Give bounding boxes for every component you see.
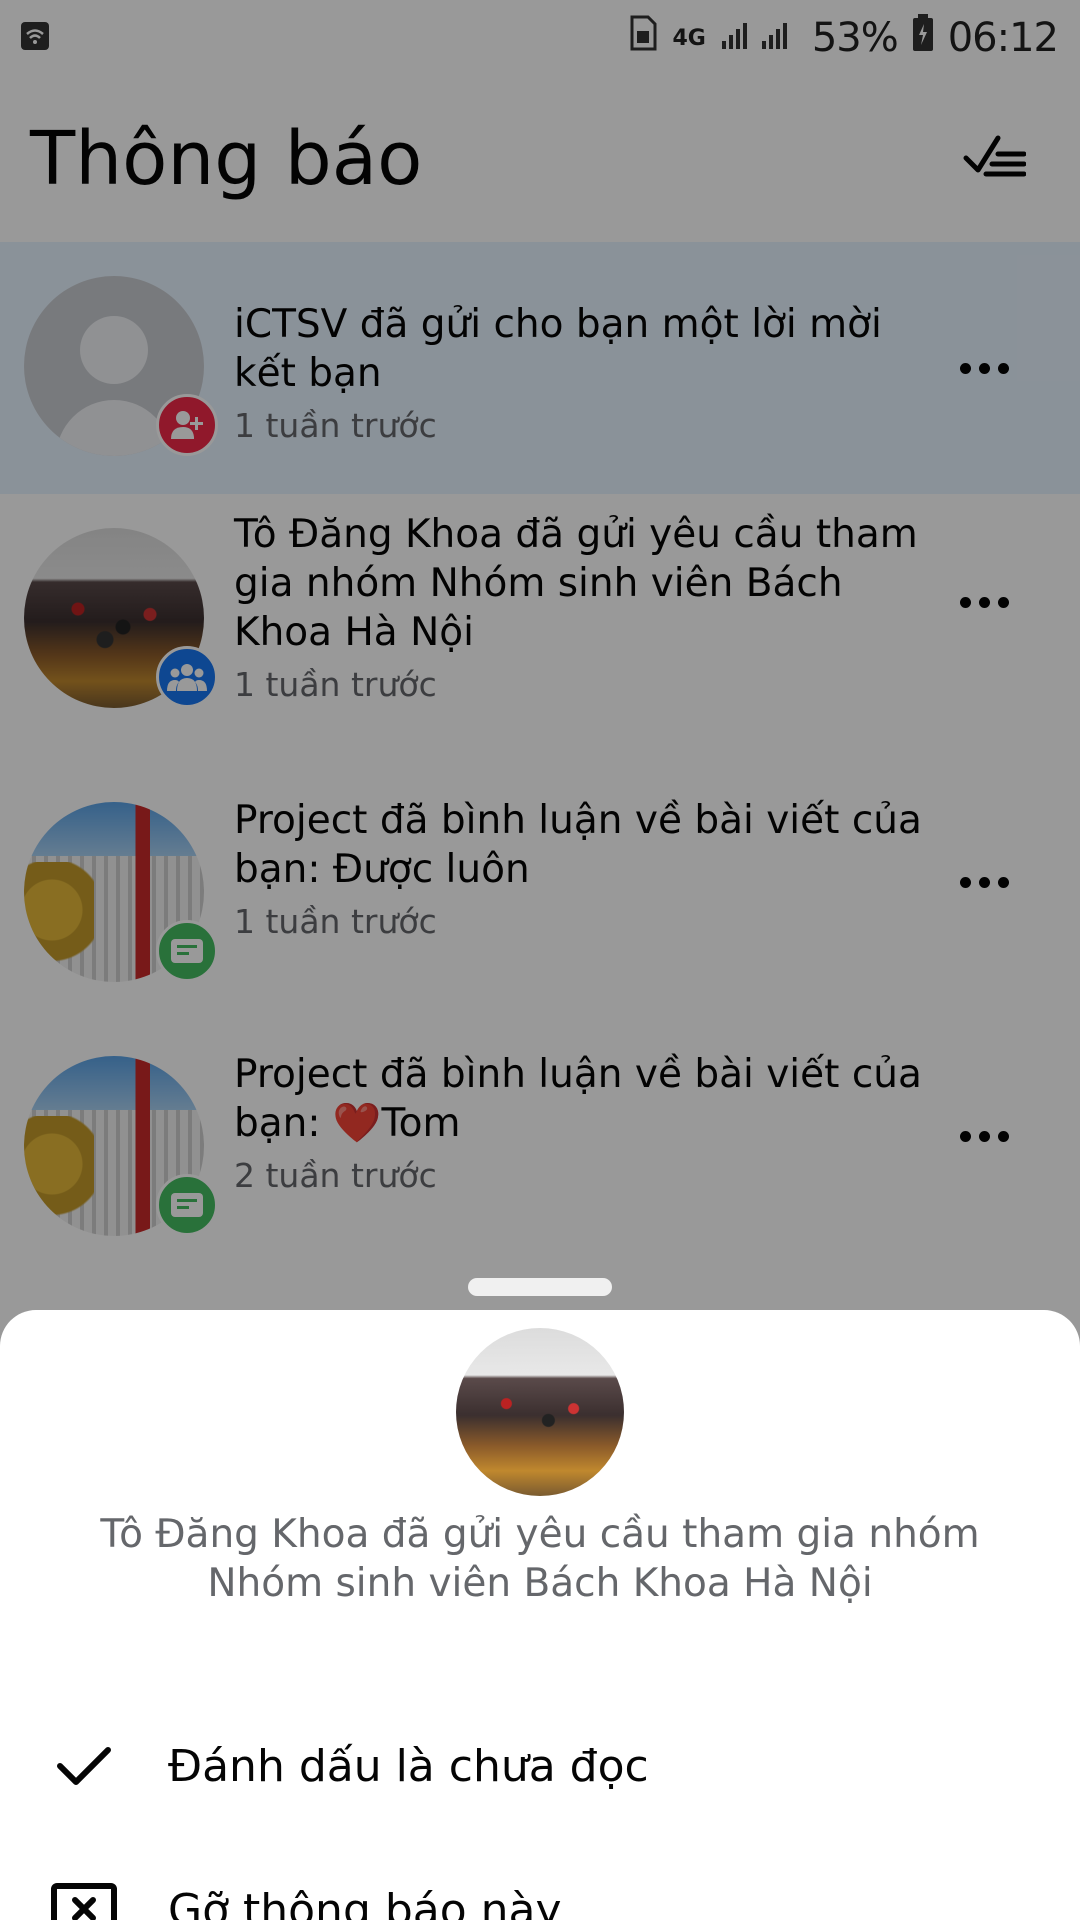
remove-notification-label: Gỡ thông báo này	[168, 1884, 562, 1920]
remove-box-icon	[46, 1872, 122, 1920]
notifications-screen: 4G 53% 06:12 Thông báo iCTSV đã gửi cho …	[0, 0, 1080, 1920]
mark-unread-label: Đánh dấu là chưa đọc	[168, 1740, 649, 1792]
sheet-description: Tô Đăng Khoa đã gửi yêu cầu tham gia nhó…	[100, 1512, 980, 1606]
remove-notification-button[interactable]: Gỡ thông báo này	[0, 1850, 1080, 1920]
notification-options-sheet: Tô Đăng Khoa đã gửi yêu cầu tham gia nhó…	[0, 1310, 1080, 1920]
mark-unread-button[interactable]: Đánh dấu là chưa đọc	[0, 1706, 1080, 1826]
sheet-group-photo-avatar	[456, 1328, 624, 1496]
check-icon	[46, 1728, 122, 1804]
sheet-drag-handle[interactable]	[468, 1278, 612, 1296]
